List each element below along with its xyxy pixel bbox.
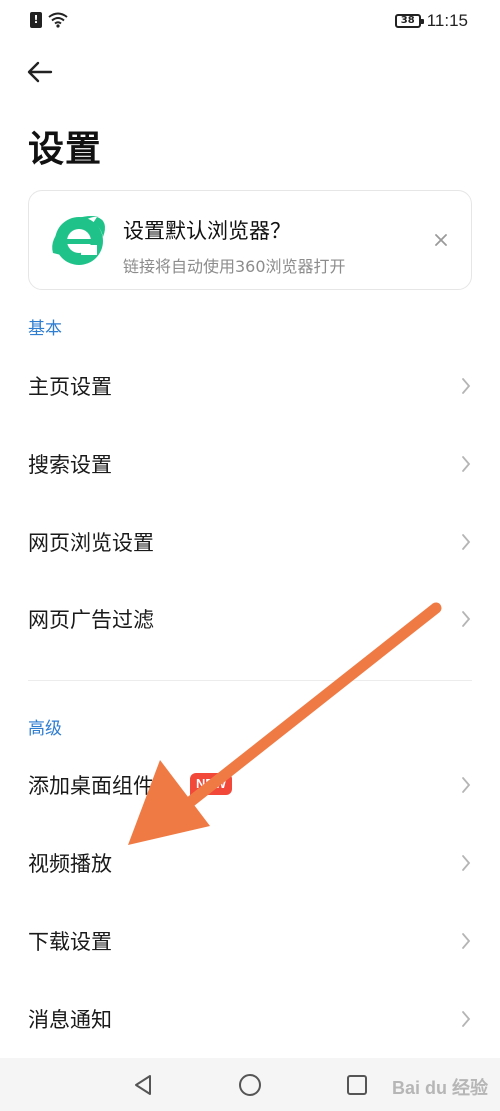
settings-item-label: 网页广告过滤 — [28, 608, 154, 632]
battery-icon: 38 — [394, 14, 424, 28]
settings-item-download[interactable]: 下载设置 — [0, 903, 500, 979]
watermark: Bai du 经验 — [391, 1078, 488, 1098]
square-recents-icon — [347, 1075, 367, 1095]
chevron-right-icon — [460, 454, 472, 474]
clock: 11:15 — [426, 11, 468, 30]
default-browser-banner[interactable]: 设置默认浏览器？ 链接将自动使用360浏览器打开 — [28, 190, 472, 290]
chevron-right-icon — [460, 532, 472, 552]
section-divider — [28, 680, 472, 681]
wifi-icon — [48, 12, 68, 28]
status-right: 38 11:15 — [394, 11, 468, 31]
chevron-right-icon — [460, 376, 472, 396]
status-bar: ! 38 11:15 — [0, 0, 500, 44]
chevron-right-icon — [460, 609, 472, 629]
nav-home-button[interactable] — [235, 1070, 265, 1100]
status-left: ! — [30, 12, 68, 28]
settings-item-label: 搜索设置 — [28, 453, 112, 477]
chevron-right-icon — [460, 931, 472, 951]
settings-page: ! 38 11:15 设置 设置默认浏览器？ 链接将自动使用360浏览器打开 基… — [0, 0, 500, 1111]
settings-item-label: 视频播放 — [28, 852, 112, 876]
settings-item-homepage[interactable]: 主页设置 — [0, 348, 500, 424]
chevron-right-icon — [460, 853, 472, 873]
new-badge: NEW — [190, 773, 233, 795]
settings-item-label: 网页浏览设置 — [28, 531, 154, 555]
settings-item-desktop-widget[interactable]: 添加桌面组件 NEW — [0, 747, 500, 823]
chevron-right-icon — [460, 775, 472, 795]
settings-item-ad-filter[interactable]: 网页广告过滤 — [0, 581, 500, 657]
settings-item-label: 消息通知 — [28, 1008, 112, 1032]
nav-recents-button[interactable] — [342, 1070, 372, 1100]
settings-item-video-playback[interactable]: 视频播放 — [0, 825, 500, 901]
settings-item-label: 下载设置 — [28, 930, 112, 954]
settings-item-label: 主页设置 — [28, 375, 112, 399]
settings-item-notifications[interactable]: 消息通知 — [0, 981, 500, 1057]
chevron-right-icon — [460, 1009, 472, 1029]
close-icon — [435, 234, 447, 246]
page-title: 设置 — [28, 129, 103, 170]
settings-item-search[interactable]: 搜索设置 — [0, 426, 500, 502]
banner-subtitle: 链接将自动使用360浏览器打开 — [123, 257, 346, 276]
circle-home-icon — [239, 1074, 261, 1096]
browser-logo-icon — [52, 216, 105, 265]
alert-icon: ! — [30, 12, 42, 28]
nav-back-button[interactable] — [128, 1070, 158, 1100]
back-arrow-icon — [27, 61, 53, 83]
system-nav-bar: Bai du 经验 — [0, 1058, 500, 1111]
settings-item-browsing[interactable]: 网页浏览设置 — [0, 504, 500, 580]
section-header-basic: 基本 — [28, 319, 62, 339]
back-button[interactable] — [22, 54, 58, 90]
triangle-back-icon — [135, 1075, 151, 1095]
banner-close-button[interactable] — [431, 230, 451, 250]
settings-item-label: 添加桌面组件 — [28, 774, 154, 798]
section-header-advanced: 高级 — [28, 719, 62, 739]
banner-title: 设置默认浏览器？ — [123, 219, 291, 243]
